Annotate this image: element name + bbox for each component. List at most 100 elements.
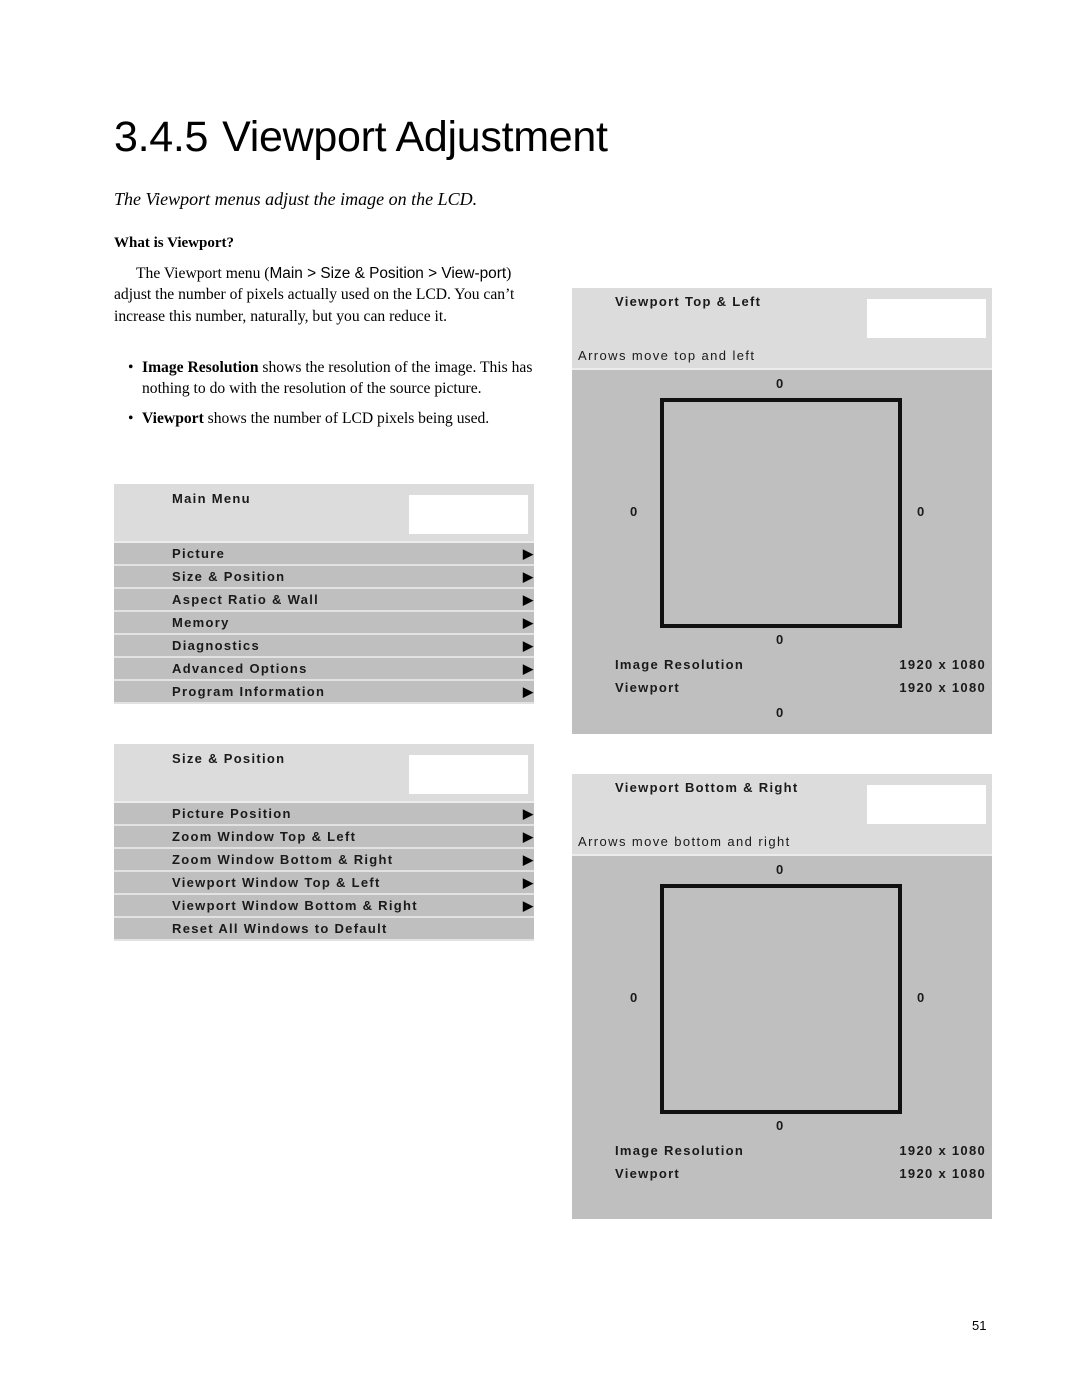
menu-item-label: Size & Position	[172, 569, 286, 584]
menu-header: Size & Position	[114, 744, 534, 803]
menu-item-aspect-ratio-wall[interactable]: Aspect Ratio & Wall ▶	[114, 589, 534, 612]
viewport-diagram: 0 0 0 0 Image Resolution 1920 x 1080 Vie…	[572, 856, 992, 1219]
bottom-value: 0	[776, 632, 785, 647]
panel-title: Viewport Bottom & Right	[615, 780, 799, 795]
bottom-value[interactable]: 0	[776, 1118, 785, 1133]
viewport-value: 1920 x 1080	[899, 680, 986, 695]
bullet-icon: •	[128, 359, 134, 376]
viewport-label: Viewport	[615, 680, 681, 695]
bullet-term: Image	[142, 359, 184, 376]
panel-hint: Arrows move bottom and right	[572, 832, 992, 856]
section-number: 3.4.5	[114, 113, 209, 161]
panel-header: Viewport Bottom & Right	[572, 774, 992, 832]
viewport-frame	[660, 884, 902, 1114]
image-resolution-label: Image Resolution	[615, 1143, 745, 1158]
menu-item-label: Picture	[172, 546, 226, 561]
image-resolution-row: Image Resolution 1920 x 1080	[572, 654, 992, 676]
arrow-right-icon: ▶	[523, 875, 533, 890]
page-number: 51	[972, 1318, 987, 1333]
panel-header: Viewport Top & Left	[572, 288, 992, 346]
bullet-term: Viewport	[142, 409, 204, 427]
arrow-right-icon: ▶	[523, 638, 533, 653]
left-value[interactable]: 0	[630, 504, 639, 519]
menu-title: Size & Position	[172, 751, 286, 766]
menu-item-label: Viewport Window Top & Left	[172, 875, 381, 890]
menu-header-box	[409, 755, 528, 794]
page-subtitle: The Viewport menus adjust the image on t…	[114, 189, 478, 209]
footer-value: 0	[776, 705, 785, 720]
bullet-icon: •	[128, 409, 134, 427]
panel-title: Viewport Top & Left	[615, 294, 762, 309]
hint-text: Arrows move top and left	[578, 348, 756, 363]
viewport-frame	[660, 398, 902, 628]
bullet-list: • Image Resolution shows the resolution o…	[128, 357, 538, 437]
arrow-right-icon: ▶	[523, 829, 533, 844]
arrow-right-icon: ▶	[523, 661, 533, 676]
menu-item-advanced-options[interactable]: Advanced Options ▶	[114, 658, 534, 681]
left-value: 0	[630, 990, 639, 1005]
menu-item-diagnostics[interactable]: Diagnostics ▶	[114, 635, 534, 658]
arrow-right-icon: ▶	[523, 615, 533, 630]
menu-item-memory[interactable]: Memory ▶	[114, 612, 534, 635]
menu-item-program-information[interactable]: Program Information ▶	[114, 681, 534, 704]
paragraph-text: The Viewport menu (	[136, 265, 270, 282]
menu-item-label: Diagnostics	[172, 638, 260, 653]
viewport-top-left-panel: Viewport Top & Left Arrows move top and …	[572, 288, 992, 734]
section-heading: What is Viewport?	[114, 235, 234, 251]
image-resolution-row: Image Resolution 1920 x 1080	[572, 1140, 992, 1162]
menu-item-label: Reset All Windows to Default	[172, 921, 388, 936]
menu-item-reset-all-windows[interactable]: Reset All Windows to Default	[114, 918, 534, 941]
panel-header-box	[867, 785, 986, 824]
top-value[interactable]: 0	[776, 376, 785, 391]
panel-header-box	[867, 299, 986, 338]
menu-item-picture-position[interactable]: Picture Position ▶	[114, 803, 534, 826]
menu-item-label: Aspect Ratio & Wall	[172, 592, 320, 607]
menu-item-label: Program Information	[172, 684, 326, 699]
image-resolution-value: 1920 x 1080	[899, 1143, 986, 1158]
arrow-right-icon: ▶	[523, 684, 533, 699]
bullet-item: • Viewport shows the number of LCD pixels…	[128, 408, 538, 429]
menu-item-label: Viewport Window Bottom & Right	[172, 898, 418, 913]
arrow-right-icon: ▶	[523, 592, 533, 607]
hint-text: Arrows move bottom and right	[578, 834, 791, 849]
menu-header-box	[409, 495, 528, 534]
bullet-term: Resolution	[183, 359, 259, 376]
arrow-right-icon: ▶	[523, 569, 533, 584]
right-value[interactable]: 0	[917, 990, 926, 1005]
page-title: 3.4.5 Viewport Adjustment	[114, 113, 608, 162]
menu-item-size-position[interactable]: Size & Position ▶	[114, 566, 534, 589]
bullet-text: shows the number of LCD pixels being use…	[203, 409, 490, 427]
arrow-right-icon: ▶	[523, 546, 533, 561]
menu-title: Main Menu	[172, 491, 251, 506]
menu-item-picture[interactable]: Picture ▶	[114, 543, 534, 566]
menu-item-label: Memory	[172, 615, 230, 630]
menu-path: Main > Size & Position > View-port	[269, 265, 507, 282]
menu-item-zoom-window-top-left[interactable]: Zoom Window Top & Left ▶	[114, 826, 534, 849]
viewport-row: Viewport 1920 x 1080	[572, 677, 992, 699]
arrow-right-icon: ▶	[523, 806, 533, 821]
top-value: 0	[776, 862, 785, 877]
viewport-value: 1920 x 1080	[899, 1166, 986, 1181]
right-value: 0	[917, 504, 926, 519]
viewport-bottom-right-panel: Viewport Bottom & Right Arrows move bott…	[572, 774, 992, 1219]
menu-item-label: Zoom Window Bottom & Right	[172, 852, 394, 867]
intro-paragraph: The Viewport menu (Main > Size & Positio…	[114, 263, 534, 327]
arrow-right-icon: ▶	[523, 898, 533, 913]
section-title: Viewport Adjustment	[222, 113, 608, 161]
size-position-menu-panel: Size & Position Picture Position ▶ Zoom W…	[114, 744, 534, 941]
viewport-label: Viewport	[615, 1166, 681, 1181]
image-resolution-value: 1920 x 1080	[899, 657, 986, 672]
bullet-item: • Image Resolution shows the resolution o…	[128, 357, 538, 400]
menu-item-viewport-window-top-left[interactable]: Viewport Window Top & Left ▶	[114, 872, 534, 895]
menu-item-label: Advanced Options	[172, 661, 308, 676]
menu-item-zoom-window-bottom-right[interactable]: Zoom Window Bottom & Right ▶	[114, 849, 534, 872]
menu-item-label: Picture Position	[172, 806, 292, 821]
viewport-diagram: 0 0 0 0 Image Resolution 1920 x 1080 Vie…	[572, 370, 992, 734]
menu-item-label: Zoom Window Top & Left	[172, 829, 357, 844]
arrow-right-icon: ▶	[523, 852, 533, 867]
main-menu-panel: Main Menu Picture ▶ Size & Position ▶ Aspe…	[114, 484, 534, 704]
image-resolution-label: Image Resolution	[615, 657, 745, 672]
menu-item-viewport-window-bottom-right[interactable]: Viewport Window Bottom & Right ▶	[114, 895, 534, 918]
menu-header: Main Menu	[114, 484, 534, 543]
panel-hint: Arrows move top and left	[572, 346, 992, 370]
